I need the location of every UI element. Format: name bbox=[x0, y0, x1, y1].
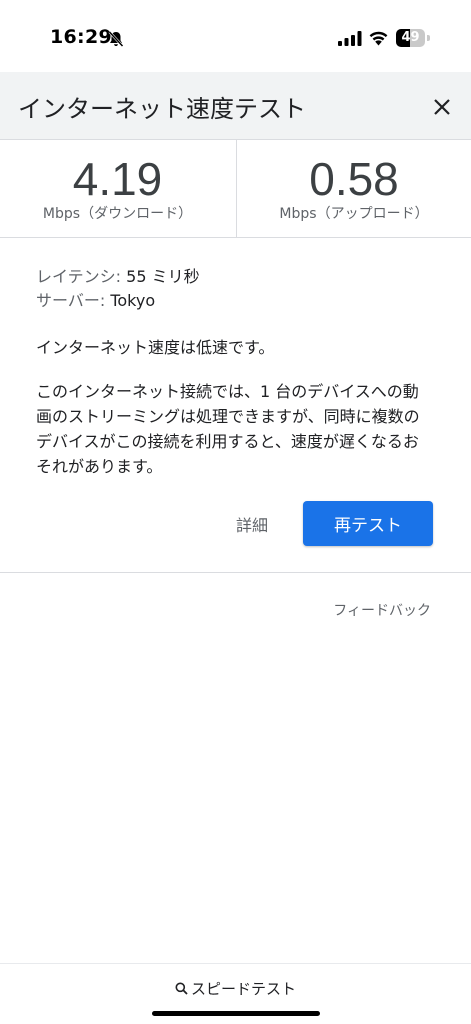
divider bbox=[0, 572, 471, 573]
server-value: Tokyo bbox=[110, 291, 156, 310]
close-button[interactable] bbox=[425, 90, 459, 124]
battery-percent: 49 bbox=[401, 30, 420, 45]
download-speed-unit: Mbps（ダウンロード） bbox=[42, 206, 193, 222]
home-indicator[interactable] bbox=[152, 1011, 320, 1016]
speed-status-text: インターネット速度は低速です。 bbox=[36, 338, 275, 357]
result-details: レイテンシ: 55 ミリ秒 サーバー: Tokyo インターネット速度は低速です… bbox=[36, 265, 446, 479]
bottom-search-query[interactable]: スピードテスト bbox=[0, 978, 471, 999]
server-label: サーバー: bbox=[36, 291, 106, 310]
upload-result: 0.58 Mbps（アップロード） bbox=[236, 140, 471, 238]
download-result: 4.19 Mbps（ダウンロード） bbox=[0, 140, 235, 238]
battery-icon: 49 bbox=[396, 29, 430, 47]
retest-button[interactable]: 再テスト bbox=[303, 501, 433, 546]
latency-line: レイテンシ: 55 ミリ秒 bbox=[36, 265, 446, 289]
speed-results: 4.19 Mbps（ダウンロード） 0.58 Mbps（アップロード） bbox=[0, 140, 471, 238]
latency-value: 55 ミリ秒 bbox=[126, 267, 200, 286]
status-time: 16:29 bbox=[50, 26, 112, 48]
server-line: サーバー: Tokyo bbox=[36, 289, 446, 313]
upload-speed-unit: Mbps（アップロード） bbox=[279, 206, 429, 222]
wifi-icon bbox=[369, 31, 388, 46]
search-icon bbox=[175, 982, 188, 995]
close-icon bbox=[434, 99, 450, 115]
search-query-text: スピードテスト bbox=[190, 980, 296, 998]
speed-description: このインターネット接続では、1 台のデバイスへの動画のストリーミングは処理できま… bbox=[36, 382, 420, 476]
download-speed-value: 4.19 bbox=[72, 153, 163, 205]
cellular-signal-icon bbox=[338, 31, 362, 46]
upload-speed-value: 0.58 bbox=[309, 153, 399, 205]
latency-label: レイテンシ: bbox=[36, 267, 122, 286]
dialog-header: インターネット速度テスト bbox=[0, 72, 471, 140]
details-button[interactable]: 詳細 bbox=[236, 512, 268, 536]
bell-slash-icon bbox=[108, 31, 124, 47]
page-title: インターネット速度テスト bbox=[18, 95, 306, 123]
feedback-link[interactable]: フィードバック bbox=[333, 600, 431, 620]
status-bar: 16:29 49 bbox=[0, 0, 471, 72]
